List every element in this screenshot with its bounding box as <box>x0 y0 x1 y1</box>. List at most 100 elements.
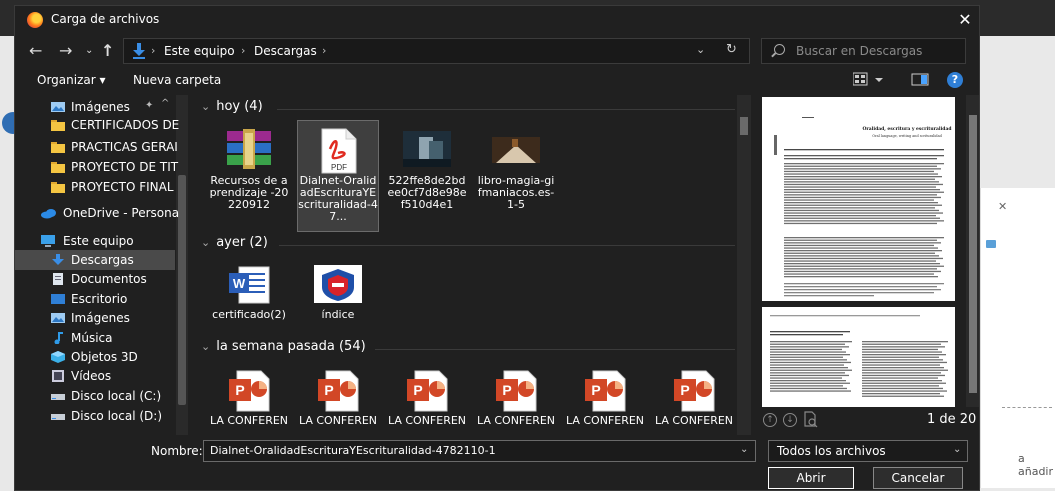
address-bar[interactable]: › Este equipo › Descargas › ⌄ ↻ <box>123 38 750 64</box>
file-name: índice <box>321 308 355 321</box>
objects3d-icon <box>51 351 65 363</box>
sidebar-item-disco-local-d[interactable]: Disco local (D:) <box>15 406 175 426</box>
file-list: ⌄ hoy (4) Recursos de aprendizaje -202209… <box>195 95 753 435</box>
chevron-down-icon[interactable]: ⌄ <box>201 340 210 353</box>
view-options-icon[interactable] <box>853 72 885 88</box>
sidebar-item-im-genes[interactable]: Imágenes ✦ ^ <box>15 97 175 117</box>
powerpoint-icon: P <box>666 367 722 415</box>
sidebar-item-este-equipo[interactable]: Este equipo <box>15 231 175 251</box>
file-item[interactable]: 522ffe8de2bdee0cf7d8e98ef510d4e1 <box>387 121 467 231</box>
onedrive-icon <box>41 207 56 219</box>
breadcrumb-este-equipo[interactable]: Este equipo <box>164 44 235 58</box>
svg-text:W: W <box>233 276 246 291</box>
preview-scrollbar-thumb[interactable] <box>969 115 977 393</box>
svg-text:P: P <box>235 382 244 398</box>
file-list-scrollbar-thumb[interactable] <box>740 117 748 135</box>
sidebar-item-label: CERTIFICADOS DE <box>71 118 180 132</box>
file-item[interactable]: P LA CONFEREN <box>654 361 734 435</box>
find-in-document-icon[interactable] <box>803 411 819 429</box>
collapse-chevron-icon[interactable]: ^ <box>161 98 169 109</box>
file-item[interactable]: P LA CONFEREN <box>565 361 645 435</box>
preview-pane-icon[interactable] <box>911 72 929 88</box>
group-header[interactable]: ⌄ ayer (2) <box>201 235 268 250</box>
next-page-icon[interactable]: ↓ <box>783 413 797 427</box>
previous-page-icon[interactable]: ↑ <box>763 413 777 427</box>
sidebar-item-documentos[interactable]: Documentos <box>15 269 175 289</box>
sidebar-item-label: Disco local (D:) <box>71 409 163 423</box>
group-header[interactable]: ⌄ hoy (4) <box>201 99 263 114</box>
videos-icon <box>52 370 64 382</box>
filename-input[interactable]: Dialnet-OralidadEscrituraYEscrituralidad… <box>203 440 756 462</box>
preview-doc-subtitle: Oral language, writing and scrituralidad <box>872 134 942 138</box>
videos-icon <box>51 370 65 382</box>
file-type-select[interactable]: Todos los archivos ⌄ <box>768 440 968 462</box>
recent-locations-icon[interactable]: ⌄ <box>85 40 93 62</box>
search-input[interactable]: Buscar en Descargas <box>761 38 966 64</box>
open-button[interactable]: Abrir <box>768 467 854 489</box>
file-item[interactable]: P LA CONFEREN <box>298 361 378 435</box>
group-header[interactable]: ⌄ la semana pasada (54) <box>201 339 366 354</box>
chevron-down-icon[interactable]: ⌄ <box>201 100 210 113</box>
music-icon <box>54 332 63 345</box>
gif-thumb-icon <box>492 137 540 163</box>
sidebar-item-m-sica[interactable]: Música <box>15 328 175 348</box>
music-icon <box>51 332 65 345</box>
new-folder-button[interactable]: Nueva carpeta <box>133 73 221 87</box>
file-item[interactable]: W certificado(2) <box>209 255 289 325</box>
folder-icon <box>51 182 65 193</box>
sidebar-item-escritorio[interactable]: Escritorio <box>15 289 175 309</box>
breadcrumb-descargas[interactable]: Descargas <box>254 44 317 58</box>
file-item[interactable]: P LA CONFEREN <box>387 361 467 435</box>
sidebar-item-label: Música <box>71 331 113 345</box>
file-item[interactable]: índice <box>298 255 378 325</box>
svg-text:P: P <box>591 382 600 398</box>
file-item[interactable]: PDF Dialnet-OralidadEscrituraYEscritural… <box>297 120 379 232</box>
forward-arrow-icon[interactable]: → <box>59 40 72 62</box>
sidebar-item-certificados-de[interactable]: CERTIFICADOS DE <box>15 115 179 135</box>
sidebar-item-disco-local-c[interactable]: Disco local (C:) <box>15 386 175 406</box>
sidebar-item-onedrive-persona[interactable]: OneDrive - Persona <box>15 203 179 223</box>
sidebar-item-v-deos[interactable]: Vídeos <box>15 366 175 386</box>
file-item[interactable]: P LA CONFEREN <box>476 361 556 435</box>
file-item[interactable]: libro-magia-gifmaniacos.es-1-5 <box>476 121 556 231</box>
up-arrow-icon[interactable]: ↑ <box>101 40 114 62</box>
sidebar-item-proyecto-final[interactable]: PROYECTO FINAL <box>15 177 175 197</box>
file-item[interactable]: Recursos de aprendizaje -20220912 <box>209 121 289 231</box>
objects3d-icon <box>51 351 65 363</box>
sidebar-item-im-genes[interactable]: Imágenes <box>15 308 175 328</box>
breadcrumb-separator: › <box>322 44 327 57</box>
sidebar-item-label: Descargas <box>71 253 134 267</box>
back-arrow-icon[interactable]: ← <box>29 40 42 62</box>
sidebar-item-label: Imágenes <box>71 100 130 114</box>
drive-icon <box>51 394 65 400</box>
help-icon[interactable]: ? <box>947 72 963 88</box>
filename-value: Dialnet-OralidadEscrituraYEscrituralidad… <box>210 444 496 457</box>
filename-dropdown-icon[interactable]: ⌄ <box>740 444 748 455</box>
cancel-button[interactable]: Cancelar <box>873 467 963 489</box>
filename-label: Nombre: <box>151 444 203 458</box>
address-dropdown-icon[interactable]: ⌄ <box>696 43 705 56</box>
refresh-icon[interactable]: ↻ <box>726 42 737 57</box>
sidebar-item-label: Objetos 3D <box>71 350 138 364</box>
images-icon <box>51 313 65 323</box>
powerpoint-icon: P <box>318 370 359 412</box>
nav-scrollbar-thumb[interactable] <box>178 175 186 405</box>
chevron-down-icon[interactable]: ⌄ <box>201 236 210 249</box>
download-icon <box>52 254 64 265</box>
sidebar-item-descargas[interactable]: Descargas <box>15 250 175 270</box>
file-list-scrollbar[interactable] <box>737 95 751 435</box>
close-button[interactable]: ✕ <box>955 10 975 30</box>
sidebar-item-proyecto-de-tit[interactable]: PROYECTO DE TIT <box>15 157 178 177</box>
pin-icon[interactable]: ✦ <box>145 100 153 111</box>
preview-controls: ↑ ↓ 1 de 20 <box>757 407 979 435</box>
preview-scrollbar[interactable] <box>966 95 979 407</box>
organize-button[interactable]: Organizar ▾ <box>37 73 106 87</box>
search-placeholder: Buscar en Descargas <box>796 44 923 58</box>
file-item[interactable]: P LA CONFEREN <box>209 361 289 435</box>
sidebar-item-label: Escritorio <box>71 292 128 306</box>
sidebar-item-practicas-gerai[interactable]: PRACTICAS GERAI <box>15 137 178 157</box>
toolbar: Organizar ▾ Nueva carpeta ? <box>15 70 979 92</box>
search-icon <box>774 44 785 55</box>
sidebar-item-objetos-3d[interactable]: Objetos 3D <box>15 347 175 367</box>
breadcrumb-separator: › <box>241 44 246 57</box>
